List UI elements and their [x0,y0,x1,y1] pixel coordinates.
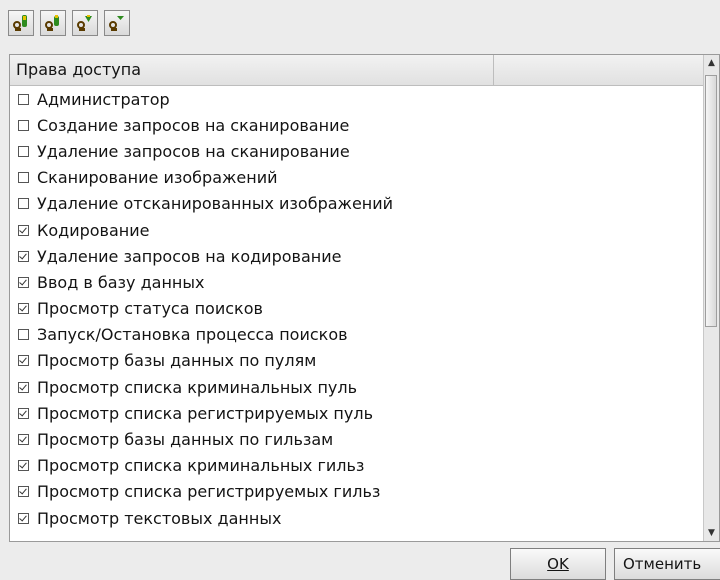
toolbar-button-4[interactable] [104,10,130,36]
list-item[interactable]: Удаление отсканированных изображений [10,191,705,217]
list-item-label: Запуск/Остановка процесса поисков [37,325,348,345]
list-header: Права доступа [10,55,705,86]
list-item-label: Кодирование [37,220,150,240]
checkbox-checked[interactable] [18,512,29,524]
checkbox-unchecked[interactable] [18,93,29,105]
list-item[interactable]: Просмотр списка регистрируемых пуль [10,400,705,426]
toolbar-button-3[interactable] [72,10,98,36]
list-item[interactable]: Просмотр списка криминальных пуль [10,374,705,400]
checkbox-checked[interactable] [18,486,29,498]
user-key-add-icon [45,15,59,31]
list-item-label: Удаление отсканированных изображений [37,194,394,214]
checkbox-unchecked[interactable] [18,119,29,131]
list-item-label: Ввод в базу данных [37,272,205,292]
list-item[interactable]: Ввод в базу данных [10,269,705,295]
list-item[interactable]: Просмотр базы данных по гильзам [10,426,705,452]
user-key-icon [13,15,27,31]
list-item[interactable]: Удаление запросов на сканирование [10,138,705,164]
list-item-label: Просмотр списка регистрируемых пуль [37,403,373,423]
toolbar-button-2[interactable] [40,10,66,36]
checkbox-checked[interactable] [18,381,29,393]
checkbox-checked[interactable] [18,407,29,419]
list-item[interactable]: Просмотр списка регистрируемых гильз [10,479,705,505]
ok-button-label: OK [547,555,569,573]
list-item-label: Просмотр базы данных по пулям [37,351,317,371]
list-item[interactable]: Кодирование [10,217,705,243]
list-item[interactable]: Запуск/Остановка процесса поисков [10,322,705,348]
list-item-label: Просмотр списка регистрируемых гильз [37,482,381,502]
list-item-label: Просмотр списка криминальных гильз [37,456,365,476]
list-item[interactable]: Просмотр базы данных по пулям [10,348,705,374]
checkbox-unchecked[interactable] [18,172,29,184]
checkbox-checked[interactable] [18,460,29,472]
cancel-button[interactable]: Отменить [614,548,720,580]
vertical-scrollbar[interactable]: ▲ ▼ [703,55,719,541]
user-key-remove-icon [109,16,124,31]
scroll-down-arrow-icon[interactable]: ▼ [704,525,719,541]
checkbox-checked[interactable] [18,434,29,446]
checkbox-checked[interactable] [18,224,29,236]
column-header-permissions[interactable]: Права доступа [10,55,494,85]
list-item-label: Просмотр текстовых данных [37,508,282,528]
scrollbar-thumb[interactable] [705,75,717,327]
checkbox-unchecked[interactable] [18,145,29,157]
list-item-label: Просмотр статуса поисков [37,299,263,319]
list-item[interactable]: Сканирование изображений [10,165,705,191]
list-item-label: Создание запросов на сканирование [37,115,350,135]
list-item[interactable]: Администратор [10,86,705,112]
user-key-down-icon [77,15,92,31]
checkbox-checked[interactable] [18,355,29,367]
list-item-label: Удаление запросов на кодирование [37,246,342,266]
list-item[interactable]: Просмотр текстовых данных [10,505,705,531]
permissions-list: Права доступа Администратор Создание запр… [9,54,720,542]
toolbar-button-1[interactable] [8,10,34,36]
list-item-label: Просмотр базы данных по гильзам [37,430,334,450]
list-item-label: Сканирование изображений [37,168,278,188]
checkbox-unchecked[interactable] [18,329,29,341]
ok-button[interactable]: OK [510,548,606,580]
checkbox-checked[interactable] [18,250,29,262]
checkbox-unchecked[interactable] [18,198,29,210]
toolbar [8,8,130,38]
list-item-label: Просмотр списка криминальных пуль [37,377,358,397]
checkbox-checked[interactable] [18,276,29,288]
list-item[interactable]: Создание запросов на сканирование [10,112,705,138]
list-item-label: Администратор [37,89,170,109]
list-item[interactable]: Просмотр статуса поисков [10,296,705,322]
list-rows: Администратор Создание запросов на сканир… [10,86,705,531]
cancel-button-label: Отменить [623,555,702,573]
list-item[interactable]: Удаление запросов на кодирование [10,243,705,269]
checkbox-checked[interactable] [18,303,29,315]
column-header-empty [494,55,705,85]
scroll-up-arrow-icon[interactable]: ▲ [704,55,719,71]
list-item[interactable]: Просмотр списка криминальных гильз [10,453,705,479]
list-item-label: Удаление запросов на сканирование [37,141,350,161]
